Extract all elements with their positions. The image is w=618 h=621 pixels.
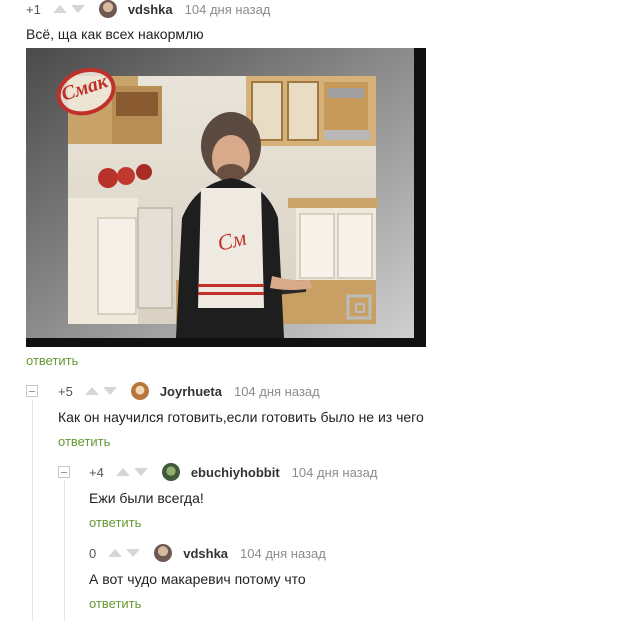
thread-branch-line bbox=[64, 480, 65, 621]
username[interactable]: ebuchiyhobbit bbox=[191, 465, 280, 480]
comment-date: 104 дня назад bbox=[291, 464, 378, 480]
comment-header: +1 vdshka 104 дня назад bbox=[26, 0, 270, 18]
comment-date: 104 дня назад bbox=[233, 383, 320, 399]
comment-rating: +1 bbox=[26, 1, 41, 17]
username[interactable]: vdshka bbox=[183, 546, 228, 561]
avatar[interactable] bbox=[98, 0, 117, 18]
comment-date: 104 дня назад bbox=[184, 1, 271, 17]
comment-date: 104 дня назад bbox=[240, 545, 326, 561]
username[interactable]: Joyrhueta bbox=[160, 384, 222, 399]
downvote-arrow-icon[interactable] bbox=[102, 387, 117, 395]
avatar[interactable] bbox=[161, 463, 180, 481]
upvote-arrow-icon[interactable] bbox=[84, 387, 99, 395]
comment-header: +4 ebuchiyhobbit 104 дня назад bbox=[89, 463, 377, 481]
reply-link[interactable]: ответить bbox=[26, 353, 78, 368]
reply-link[interactable]: ответить bbox=[89, 596, 141, 611]
comment-rating: 0 bbox=[89, 545, 97, 561]
comment-text: Как он научился готовить,если готовить б… bbox=[58, 409, 424, 425]
avatar[interactable] bbox=[130, 382, 149, 400]
comment-text: Ежи были всегда! bbox=[89, 490, 204, 506]
avatar[interactable] bbox=[154, 544, 173, 562]
downvote-arrow-icon[interactable] bbox=[133, 468, 148, 476]
comment-text: А вот чудо макаревич потому что bbox=[89, 571, 306, 587]
comment-header: +5 Joyrhueta 104 дня назад bbox=[58, 382, 320, 400]
comment-text: Всё, ща как всех накормлю bbox=[26, 26, 204, 42]
comment-rating: +4 bbox=[89, 464, 104, 480]
upvote-arrow-icon[interactable] bbox=[108, 549, 123, 557]
downvote-arrow-icon[interactable] bbox=[70, 5, 85, 13]
username[interactable]: vdshka bbox=[128, 2, 173, 17]
upvote-arrow-icon[interactable] bbox=[115, 468, 130, 476]
upvote-arrow-icon[interactable] bbox=[52, 5, 67, 13]
collapse-toggle-icon[interactable] bbox=[58, 466, 70, 478]
comment-rating: +5 bbox=[58, 383, 73, 399]
reply-link[interactable]: ответить bbox=[89, 515, 141, 530]
downvote-arrow-icon[interactable] bbox=[126, 549, 141, 557]
thread-branch-line bbox=[32, 400, 33, 621]
comment-header: 0 vdshka 104 дня назад bbox=[89, 544, 326, 562]
collapse-toggle-icon[interactable] bbox=[26, 385, 38, 397]
video-thumbnail[interactable]: См Смак bbox=[26, 48, 426, 347]
reply-link[interactable]: ответить bbox=[58, 434, 110, 449]
